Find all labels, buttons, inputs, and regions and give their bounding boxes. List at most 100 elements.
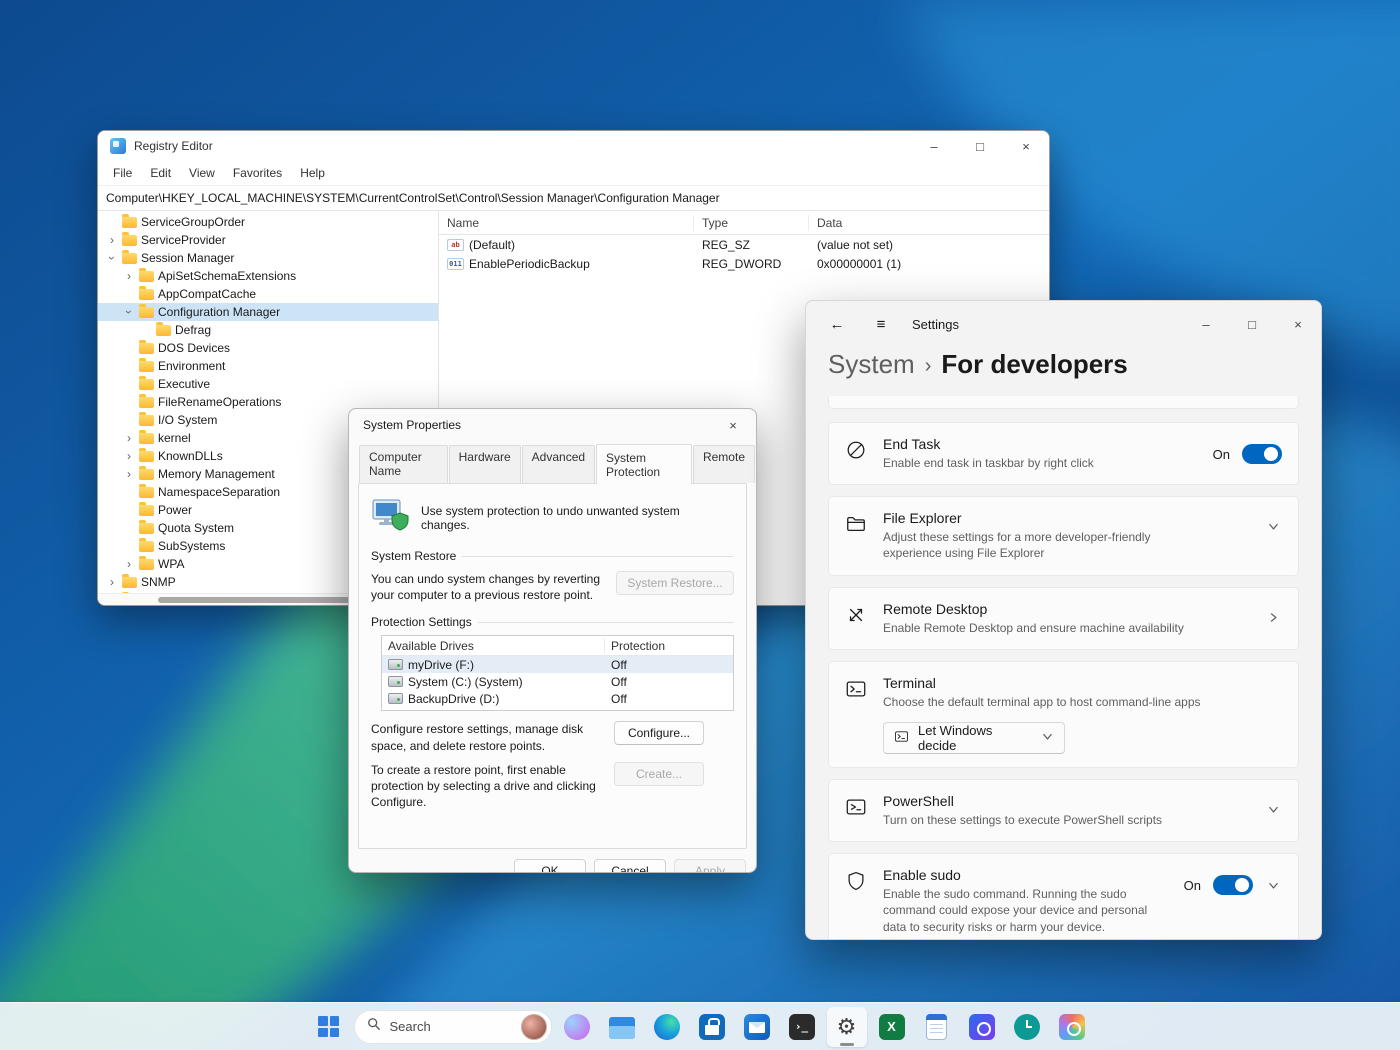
chevron-down-icon[interactable] [1265,518,1282,535]
tab-advanced[interactable]: Advanced [521,445,596,483]
tab-hardware[interactable]: Hardware [448,445,521,483]
settings-card-terminal[interactable]: Terminal Choose the default terminal app … [828,660,1299,768]
search-placeholder: Search [389,1019,431,1034]
drive-row[interactable]: myDrive (F:) Off [382,656,733,674]
tree-expander-icon[interactable]: › [106,233,118,247]
tree-item-label: Quota System [158,521,235,535]
registry-titlebar[interactable]: Registry Editor – □ × [98,131,1049,161]
tree-item[interactable]: › ApiSetSchemaExtensions [98,267,438,285]
tree-expander-icon[interactable]: › [123,431,135,445]
settings-card-powershell[interactable]: PowerShell Turn on these settings to exec… [828,778,1299,843]
create-button[interactable]: Create... [614,761,704,786]
menu-file[interactable]: File [104,164,141,182]
settings-icon[interactable]: ⚙ [826,1006,867,1047]
tree-expander-icon[interactable]: › [123,557,135,571]
value-type: REG_SZ [702,237,751,252]
toggle-state-label: On [1183,877,1201,893]
tree-expander-icon[interactable]: › [122,306,136,318]
search-highlight-image[interactable] [520,1013,547,1040]
maximize-button[interactable]: □ [1229,301,1275,347]
tree-expander-icon[interactable]: › [123,467,135,481]
ok-button[interactable]: OK [514,859,586,872]
menu-view[interactable]: View [180,164,224,182]
drive-row[interactable]: BackupDrive (D:) Off [382,690,733,707]
tree-item[interactable]: › Configuration Manager [98,303,438,321]
tree-expander-icon[interactable]: › [123,269,135,283]
enable-sudo-toggle[interactable] [1213,875,1253,896]
terminal-default-dropdown[interactable]: Let Windows decide [883,721,1065,754]
menu-help[interactable]: Help [291,164,334,182]
tree-expander-icon[interactable]: › [123,449,135,463]
breadcrumb-system[interactable]: System [828,349,915,380]
tree-expander-icon[interactable]: › [106,575,118,589]
dialog-titlebar[interactable]: System Properties × [349,409,756,441]
tab-computer-name[interactable]: Computer Name [359,445,448,483]
system-restore-button[interactable]: System Restore... [616,571,734,595]
minimize-button[interactable]: – [1183,301,1229,347]
tree-item[interactable]: AppCompatCache [98,285,438,303]
drive-row[interactable]: System (C:) (System) Off [382,673,733,690]
tree-item[interactable]: ServiceGroupOrder [98,213,438,231]
column-header-name[interactable]: Name [439,214,694,231]
excel-icon[interactable]: X [872,1007,912,1047]
registry-address-bar[interactable]: Computer\HKEY_LOCAL_MACHINE\SYSTEM\Curre… [98,185,1049,211]
column-header-data[interactable]: Data [809,215,1049,231]
settings-card-enable-sudo[interactable]: Enable sudo Enable the sudo command. Runn… [828,853,1299,939]
navigation-menu-button[interactable]: ≡ [864,309,898,339]
registry-value-row[interactable]: ab (Default) REG_SZ (value not set) [439,235,1049,254]
terminal-icon[interactable]: ›_ [782,1007,822,1047]
drive-name: BackupDrive (D:) [408,691,500,706]
system-restore-description: You can undo system changes by reverting… [371,572,601,603]
file-explorer-icon[interactable] [602,1007,642,1047]
learn-more-link[interactable]: Learn more [883,938,1170,939]
settings-card-end-task[interactable]: End Task Enable end task in taskbar by ri… [828,422,1299,486]
edge-icon[interactable] [647,1007,687,1047]
settings-card-remote-desktop[interactable]: Remote Desktop Enable Remote Desktop and … [828,586,1299,650]
photos-icon[interactable] [1052,1007,1092,1047]
folder-icon [139,447,154,462]
tree-item-label: FileRenameOperations [158,395,282,409]
tab-system-protection[interactable]: System Protection [596,444,692,484]
column-header-type[interactable]: Type [694,214,809,231]
apply-button[interactable]: Apply [674,859,746,872]
chevron-down-icon[interactable] [1265,877,1282,894]
cancel-button[interactable]: Cancel [594,859,666,872]
close-button[interactable]: × [1003,131,1049,161]
menu-favorites[interactable]: Favorites [224,164,291,182]
chevron-right-icon[interactable] [1265,609,1282,626]
tree-item[interactable]: Executive [98,375,438,393]
search-icon [367,1017,381,1036]
close-button[interactable]: × [710,409,756,441]
card-title: Terminal [883,674,936,691]
maximize-button[interactable]: □ [957,131,1003,161]
close-button[interactable]: × [1275,301,1321,347]
tree-item[interactable]: Defrag [98,321,438,339]
chevron-down-icon[interactable] [1265,801,1282,818]
tree-item[interactable]: Environment [98,357,438,375]
menu-edit[interactable]: Edit [141,164,180,182]
tree-item[interactable]: › Session Manager [98,249,438,267]
end-task-toggle[interactable] [1242,444,1282,464]
copilot-icon[interactable] [557,1007,597,1047]
registry-path: Computer\HKEY_LOCAL_MACHINE\SYSTEM\Curre… [106,191,720,205]
tree-item[interactable]: › ServiceProvider [98,231,438,249]
column-protection[interactable]: Protection [605,639,733,653]
start-button[interactable] [309,1007,349,1047]
notepad-icon[interactable] [917,1007,957,1047]
outlook-icon[interactable] [737,1007,777,1047]
dev-home-icon[interactable] [962,1007,1002,1047]
store-icon[interactable] [692,1007,732,1047]
tree-item[interactable]: DOS Devices [98,339,438,357]
clock-icon[interactable] [1007,1007,1047,1047]
search-box[interactable]: Search [353,1009,552,1044]
registry-value-row[interactable]: 011 EnablePeriodicBackup REG_DWORD 0x000000… [439,254,1049,273]
settings-card-file-explorer[interactable]: File Explorer Adjust these settings for a… [828,496,1299,576]
minimize-button[interactable]: – [911,131,957,161]
breadcrumb: System › For developers [828,349,1299,380]
tree-expander-icon[interactable]: › [105,252,119,264]
column-available-drives[interactable]: Available Drives [382,638,605,653]
back-button[interactable]: ← [820,309,854,339]
tab-remote[interactable]: Remote [692,445,755,483]
settings-titlebar[interactable]: ← ≡ Settings – □ × [806,301,1321,347]
configure-button[interactable]: Configure... [614,721,704,746]
